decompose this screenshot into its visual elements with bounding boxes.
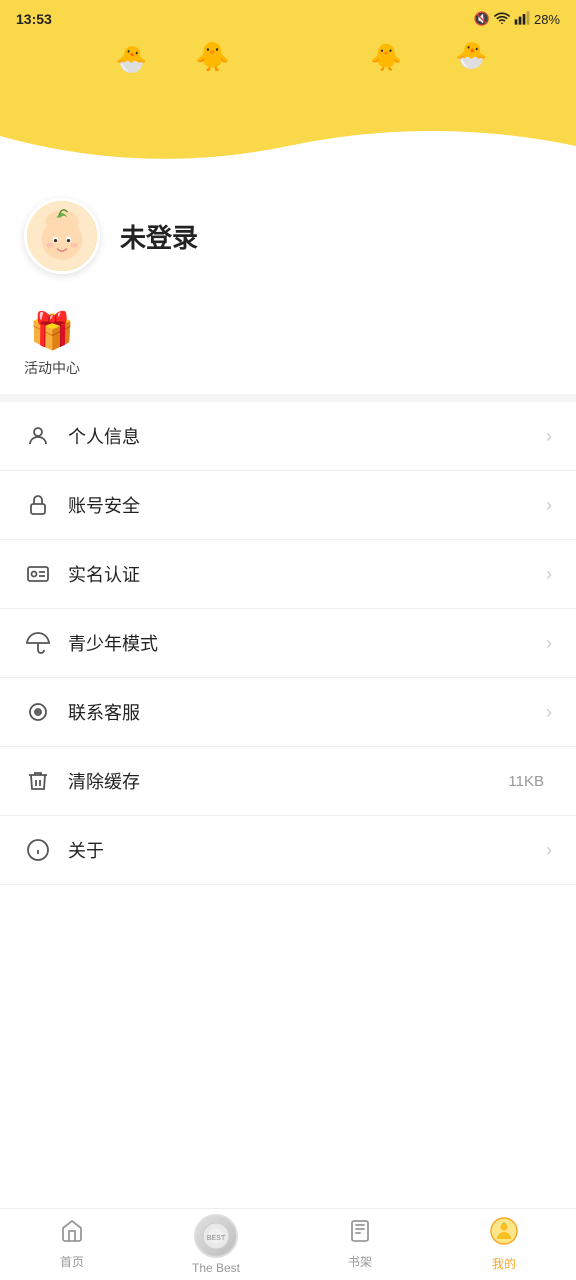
chevron-icon-about: › [546,840,552,861]
avatar-image [27,198,97,274]
nav-mine[interactable]: 我的 [432,1211,576,1278]
person-icon [24,422,52,450]
deco-3: 🐥 [370,42,402,73]
menu-item-about[interactable]: 关于 › [0,816,576,885]
menu-item-personal-info[interactable]: 个人信息 › [0,402,576,471]
mine-nav-icon [490,1217,518,1252]
menu-item-youth-mode[interactable]: 青少年模式 › [0,609,576,678]
deco-1: 🐣 [115,44,147,75]
deco-4: 🐣 [455,40,487,71]
umbrella-icon [24,629,52,657]
menu-list: 个人信息 › 账号安全 › 实名认证 › 青少年模式 › 联系客服 › [0,402,576,905]
nav-the-best[interactable]: BEST The Best [144,1208,288,1280]
home-nav-icon [60,1219,84,1250]
activity-center-button[interactable]: 🎁 活动中心 [24,310,80,378]
header-background: 🐣 🐥 🐥 🐣 [0,36,576,176]
headset-icon [24,698,52,726]
svg-text:BEST: BEST [207,1235,226,1242]
status-bar: 13:53 🔇 28% [0,0,576,36]
menu-item-real-name[interactable]: 实名认证 › [0,540,576,609]
bottom-nav: 首页 BEST The Best 书架 [0,1208,576,1280]
book-nav-icon [348,1219,372,1250]
menu-label-youth-mode: 青少年模式 [68,630,546,656]
activity-section: 🎁 活动中心 [0,290,576,402]
nav-mine-label: 我的 [492,1255,516,1272]
cache-size-value: 11KB [508,773,544,790]
id-card-icon [24,560,52,588]
status-icons: 🔇 28% [474,10,560,29]
nav-home-label: 首页 [60,1253,84,1270]
wifi-icon [494,10,510,29]
nav-bookshelf-label: 书架 [348,1253,372,1270]
trash-icon [24,767,52,795]
gift-icon: 🎁 [30,310,75,352]
menu-label-about: 关于 [68,837,546,863]
username-label: 未登录 [120,218,198,255]
status-time: 13:53 [16,11,52,27]
nav-bookshelf[interactable]: 书架 [288,1213,432,1276]
chevron-icon-account-security: › [546,495,552,516]
mute-icon: 🔇 [474,11,490,27]
menu-item-customer-service[interactable]: 联系客服 › [0,678,576,747]
nav-the-best-label: The Best [192,1261,240,1275]
the-best-icon: BEST [194,1214,238,1258]
menu-item-account-security[interactable]: 账号安全 › [0,471,576,540]
info-icon [24,836,52,864]
activity-label: 活动中心 [24,358,80,378]
menu-label-account-security: 账号安全 [68,492,546,518]
nav-home[interactable]: 首页 [0,1213,144,1276]
wave-decoration [0,116,576,176]
menu-label-customer-service: 联系客服 [68,699,546,725]
signal-icon [514,10,530,29]
battery-label: 28% [534,12,560,27]
chevron-icon-personal-info: › [546,426,552,447]
avatar[interactable] [24,198,100,274]
chevron-icon-youth-mode: › [546,633,552,654]
profile-section[interactable]: 未登录 [0,174,576,290]
menu-label-real-name: 实名认证 [68,561,546,587]
menu-label-personal-info: 个人信息 [68,423,546,449]
menu-label-clear-cache: 清除缓存 [68,768,508,794]
deco-2: 🐥 [195,40,230,73]
chevron-icon-customer-service: › [546,702,552,723]
lock-icon [24,491,52,519]
menu-item-clear-cache[interactable]: 清除缓存 11KB [0,747,576,816]
chevron-icon-real-name: › [546,564,552,585]
